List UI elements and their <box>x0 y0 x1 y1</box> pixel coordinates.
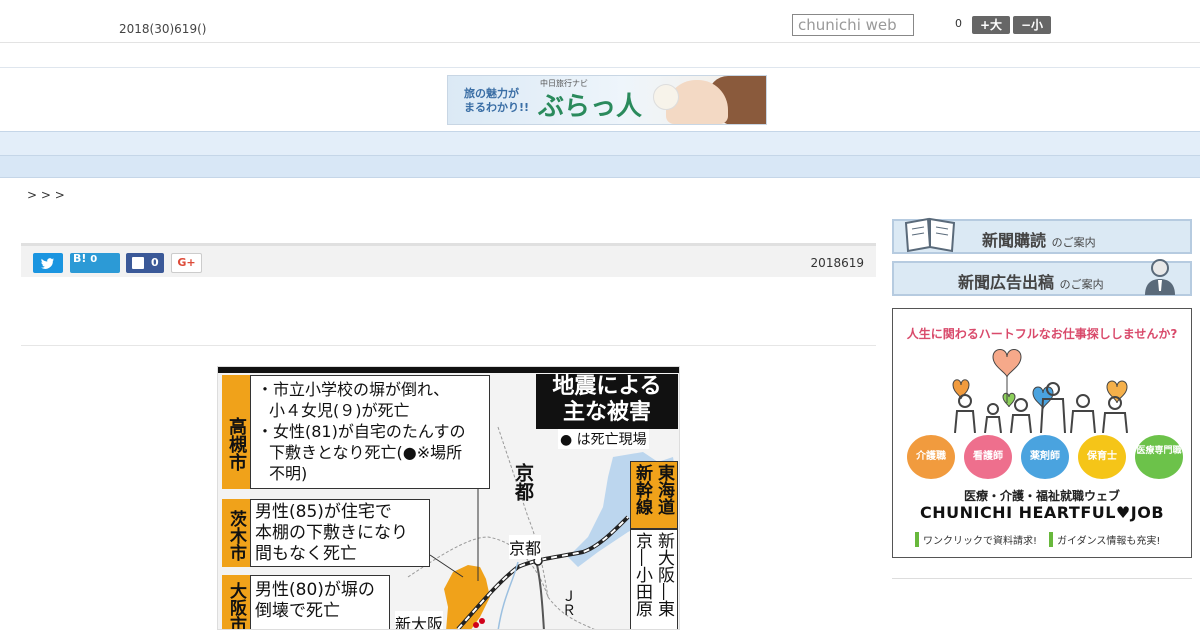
book-icon <box>904 217 956 253</box>
ad-heading: 人生に関わるハートフルなお仕事探ししませんか? <box>906 327 1178 341</box>
header-band <box>0 43 1200 68</box>
hatena-count: 0 <box>90 254 98 265</box>
google-plus-share-button[interactable]: G+ <box>171 253 202 273</box>
hatena-icon: B! <box>73 252 87 265</box>
earthquake-damage-map: 地震による 主な被害 ● は死亡現場 高槻市 ・市立小学校の塀が倒れ、 小４女児… <box>217 366 680 630</box>
main-nav <box>0 131 1200 156</box>
newspaper-advertising-link[interactable]: 新聞広告出稿 のご案内 <box>892 259 1192 296</box>
facebook-share-button[interactable]: 0 <box>126 253 164 273</box>
map-title: 地震による 主な被害 <box>536 374 678 429</box>
heartful-job-ad[interactable]: 人生に関わるハートフルなお仕事探ししませんか? 介護職 看護師 薬剤師 保育士 … <box>892 308 1192 558</box>
family-hearts-illustration <box>952 349 1128 433</box>
newspaper-subscription-link[interactable]: 新聞購読 のご案内 <box>892 217 1192 254</box>
takatsuki-label: 高槻市 <box>222 375 250 489</box>
osaka-label: 大阪市 <box>222 575 250 629</box>
job-category-childcare[interactable]: 保育士 <box>1078 435 1126 479</box>
shinkansen-label: 東海道新幹線 <box>630 461 678 529</box>
businessman-icon <box>1145 259 1175 295</box>
ad-subtitle: 医療・介護・福祉就職ウェブ <box>963 489 1120 503</box>
death-site-marker <box>479 618 485 624</box>
article-date: 2018619 <box>810 256 864 270</box>
ibaraki-label: 茨木市 <box>222 499 250 567</box>
ad-bullet-brochure: ワンクリックで資料請求! <box>915 532 1037 547</box>
ad-bullet-guidance: ガイダンス情報も充実! <box>1049 532 1160 547</box>
top-bar: 2018(30)619() chunichi web 0 +大 −小 <box>0 0 1200 43</box>
breadcrumb[interactable]: > > > <box>27 188 65 202</box>
jr-label: ＪＲ <box>560 589 576 617</box>
job-category-medical-specialist[interactable]: 医療専門職 <box>1135 435 1183 479</box>
search-input[interactable]: chunichi web <box>792 14 914 36</box>
osaka-note: 男性(80)が塀の 倒壊で死亡 <box>250 575 390 629</box>
font-smaller-button[interactable]: −小 <box>1013 16 1051 34</box>
ad-brand: CHUNICHI HEARTFUL♥JOB <box>919 503 1165 522</box>
travel-banner-ad[interactable]: 旅の魅力が まるわかり!! 中日旅行ナビ ぶらっ人 <box>447 75 767 125</box>
advertising-label: 新聞広告出稿 のご案内 <box>958 273 1104 292</box>
sub-nav <box>0 156 1200 178</box>
facebook-count: 0 <box>151 256 159 269</box>
job-category-pharmacist[interactable]: 薬剤師 <box>1021 435 1069 479</box>
death-site-marker <box>473 622 479 628</box>
sidebar-divider <box>892 578 1192 579</box>
banner-tagline: 旅の魅力が まるわかり!! <box>464 87 530 114</box>
ibaraki-note: 男性(85)が住宅で 本棚の下敷きになり 間もなく死亡 <box>250 499 430 567</box>
article-divider <box>21 345 876 346</box>
job-category-nurse[interactable]: 看護師 <box>964 435 1012 479</box>
subscription-label: 新聞購読 のご案内 <box>982 231 1096 250</box>
twitter-icon <box>41 258 54 269</box>
map-legend: ● は死亡現場 <box>558 429 649 449</box>
facebook-icon <box>132 257 144 269</box>
hatena-bookmark-button[interactable]: B! 0 <box>70 252 120 273</box>
shin-osaka-label: 新大阪 <box>395 611 444 629</box>
shinkansen-note: 新大阪―東京―小田原が一 <box>630 529 678 629</box>
header-date: 2018(30)619() <box>119 22 207 36</box>
font-larger-button[interactable]: +大 <box>972 16 1010 34</box>
banner-photo-shell <box>653 84 679 110</box>
takatsuki-note: ・市立小学校の塀が倒れ、 小４女児(９)が死亡 ・女性(81)が自宅のたんすの … <box>250 375 490 489</box>
header-count: 0 <box>955 17 962 30</box>
kyoto-city-label: 京都 <box>509 535 542 559</box>
share-bar: B! 0 0 G+ 2018619 <box>21 243 876 277</box>
kyoto-pref-label: 京都 <box>512 463 534 501</box>
job-category-caregiver[interactable]: 介護職 <box>907 435 955 479</box>
banner-logo: ぶらっ人 <box>538 92 643 122</box>
twitter-share-button[interactable] <box>33 253 63 273</box>
